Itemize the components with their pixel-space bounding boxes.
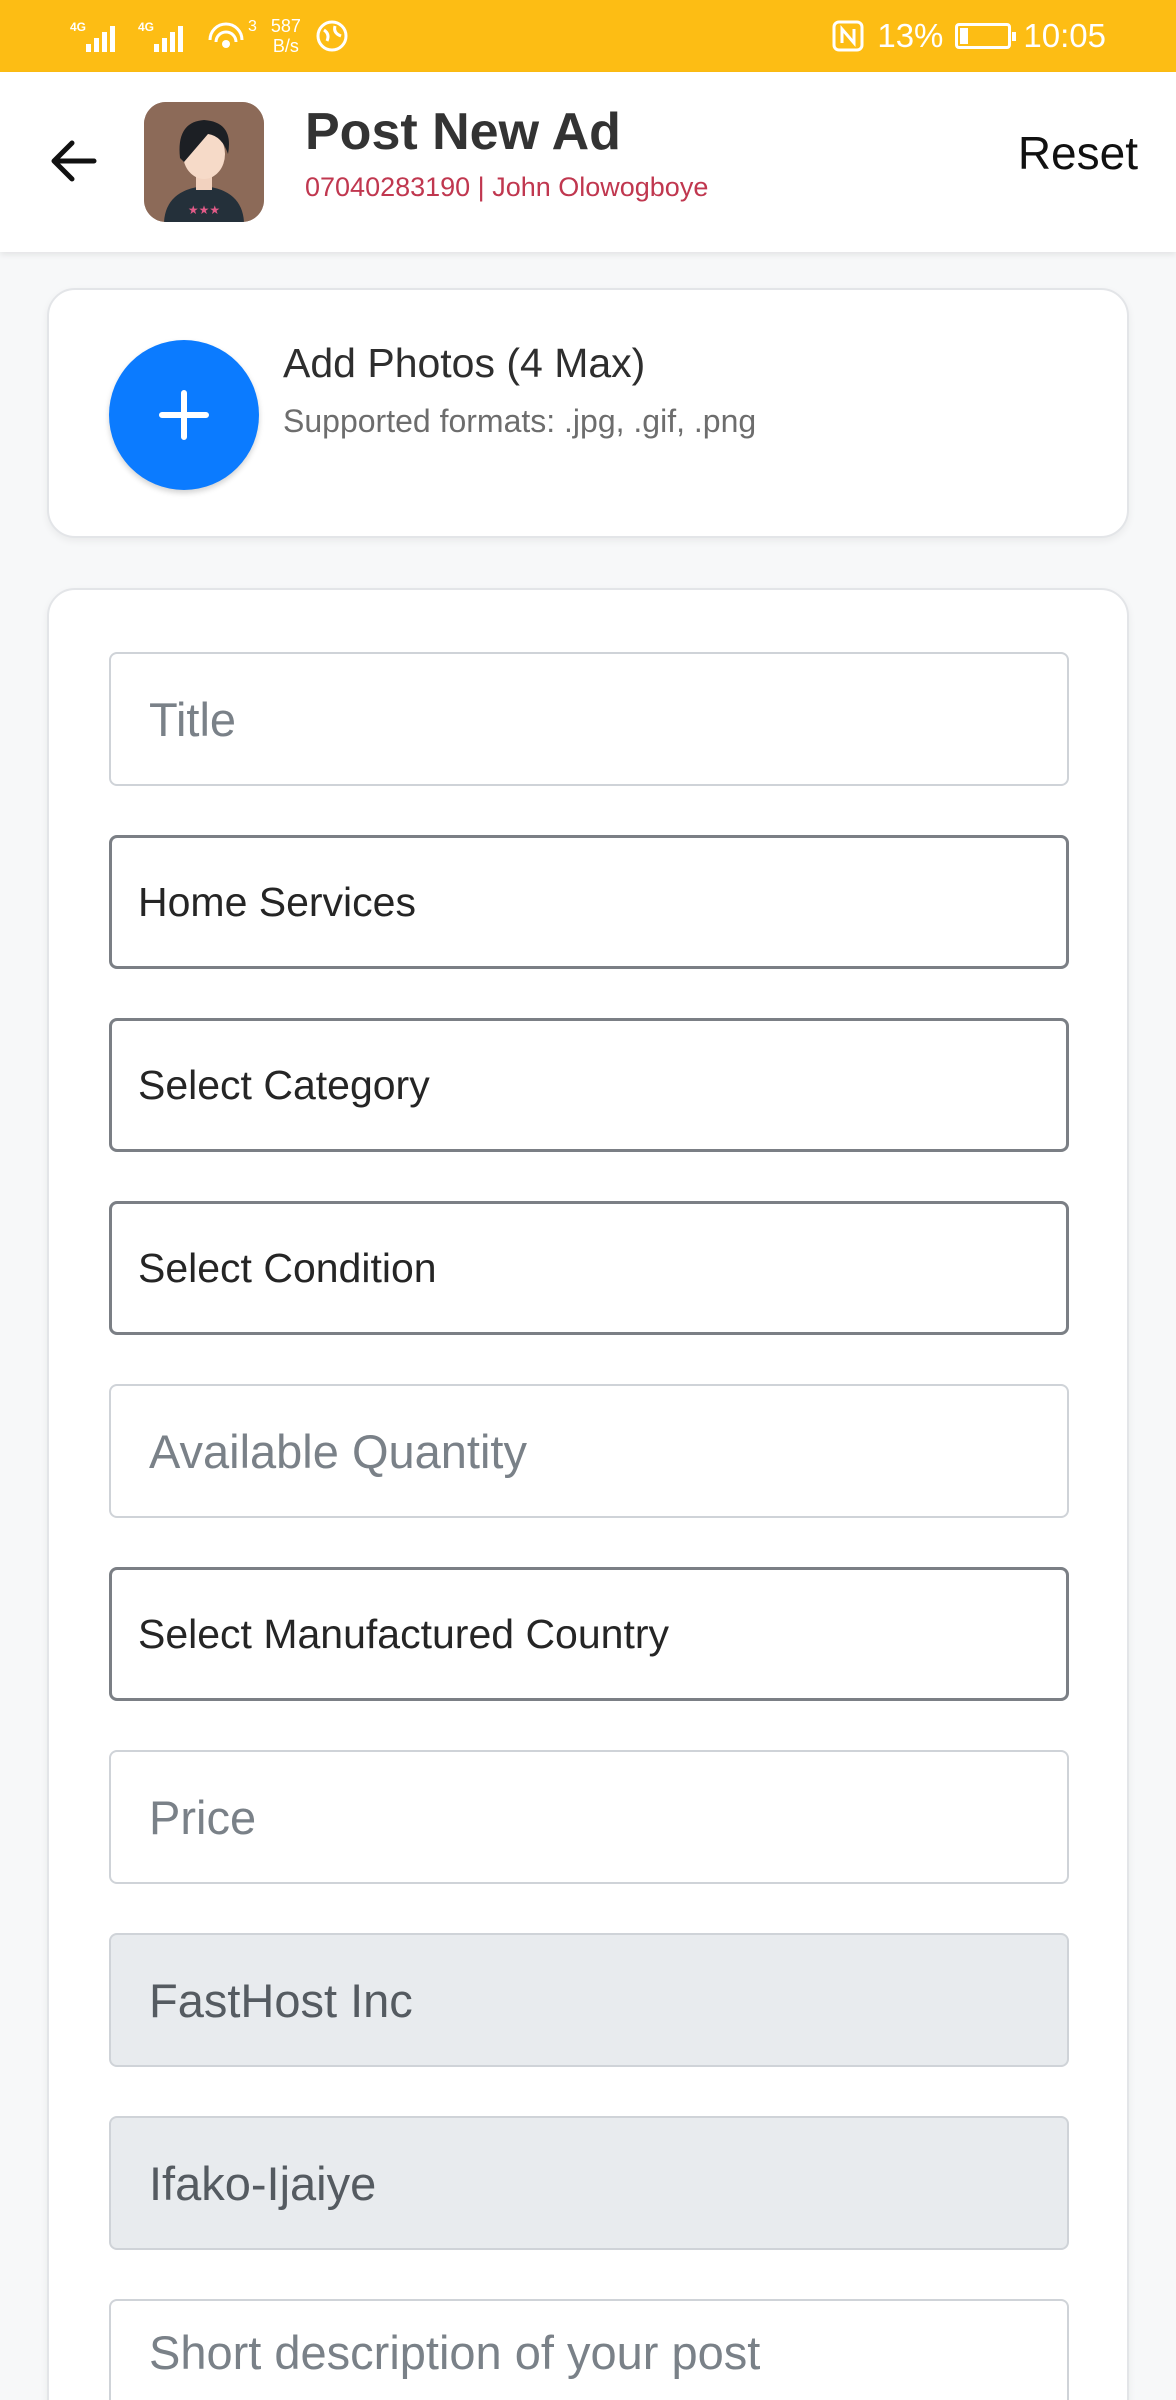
condition-select[interactable]: Select Condition [109, 1201, 1069, 1335]
service-type-select[interactable]: Home Services [109, 835, 1069, 969]
network-speed: 587 B/s [270, 16, 301, 56]
user-avatar-icon: ★★★ [144, 102, 264, 222]
svg-text:★★★: ★★★ [188, 203, 220, 217]
title-input[interactable]: Title [109, 652, 1069, 786]
price-input[interactable]: Price [109, 1750, 1069, 1884]
description-input[interactable]: Short description of your post [109, 2299, 1069, 2400]
signal-icon: 4G [70, 18, 124, 54]
reset-button[interactable]: Reset [1018, 126, 1138, 180]
back-button[interactable] [38, 126, 108, 196]
wifi-count: 3 [248, 18, 257, 35]
signal-icon: 4G [138, 18, 192, 54]
arrow-left-icon [51, 140, 97, 182]
manufactured-country-select[interactable]: Select Manufactured Country [109, 1567, 1069, 1701]
nfc-icon [832, 20, 864, 52]
quantity-input[interactable]: Available Quantity [109, 1384, 1069, 1518]
add-photos-title: Add Photos (4 Max) [283, 340, 646, 386]
globe-icon [316, 20, 348, 52]
add-photos-card: Add Photos (4 Max) Supported formats: .j… [47, 288, 1129, 538]
wifi-icon [208, 22, 244, 48]
ad-form: Title Home Services Select Category Sele… [47, 588, 1129, 2400]
status-bar: 4G 4G 3 587 B/s 13% 10:05 [0, 0, 1176, 72]
category-select[interactable]: Select Category [109, 1018, 1069, 1152]
clock: 10:05 [1023, 17, 1106, 54]
location-field: Ifako-Ijaiye [109, 2116, 1069, 2250]
app-header: ★★★ Post New Ad 07040283190 | John Olowo… [0, 72, 1176, 252]
supported-formats-hint: Supported formats: .jpg, .gif, .png [283, 403, 757, 439]
battery-percent: 13% [877, 17, 944, 54]
battery-icon [955, 23, 1017, 49]
page-title: Post New Ad [305, 103, 621, 161]
avatar: ★★★ [144, 102, 264, 222]
plus-icon [159, 390, 209, 440]
company-field: FastHost Inc [109, 1933, 1069, 2067]
add-photo-button[interactable] [109, 340, 259, 490]
user-info: 07040283190 | John Olowogboye [305, 172, 709, 202]
